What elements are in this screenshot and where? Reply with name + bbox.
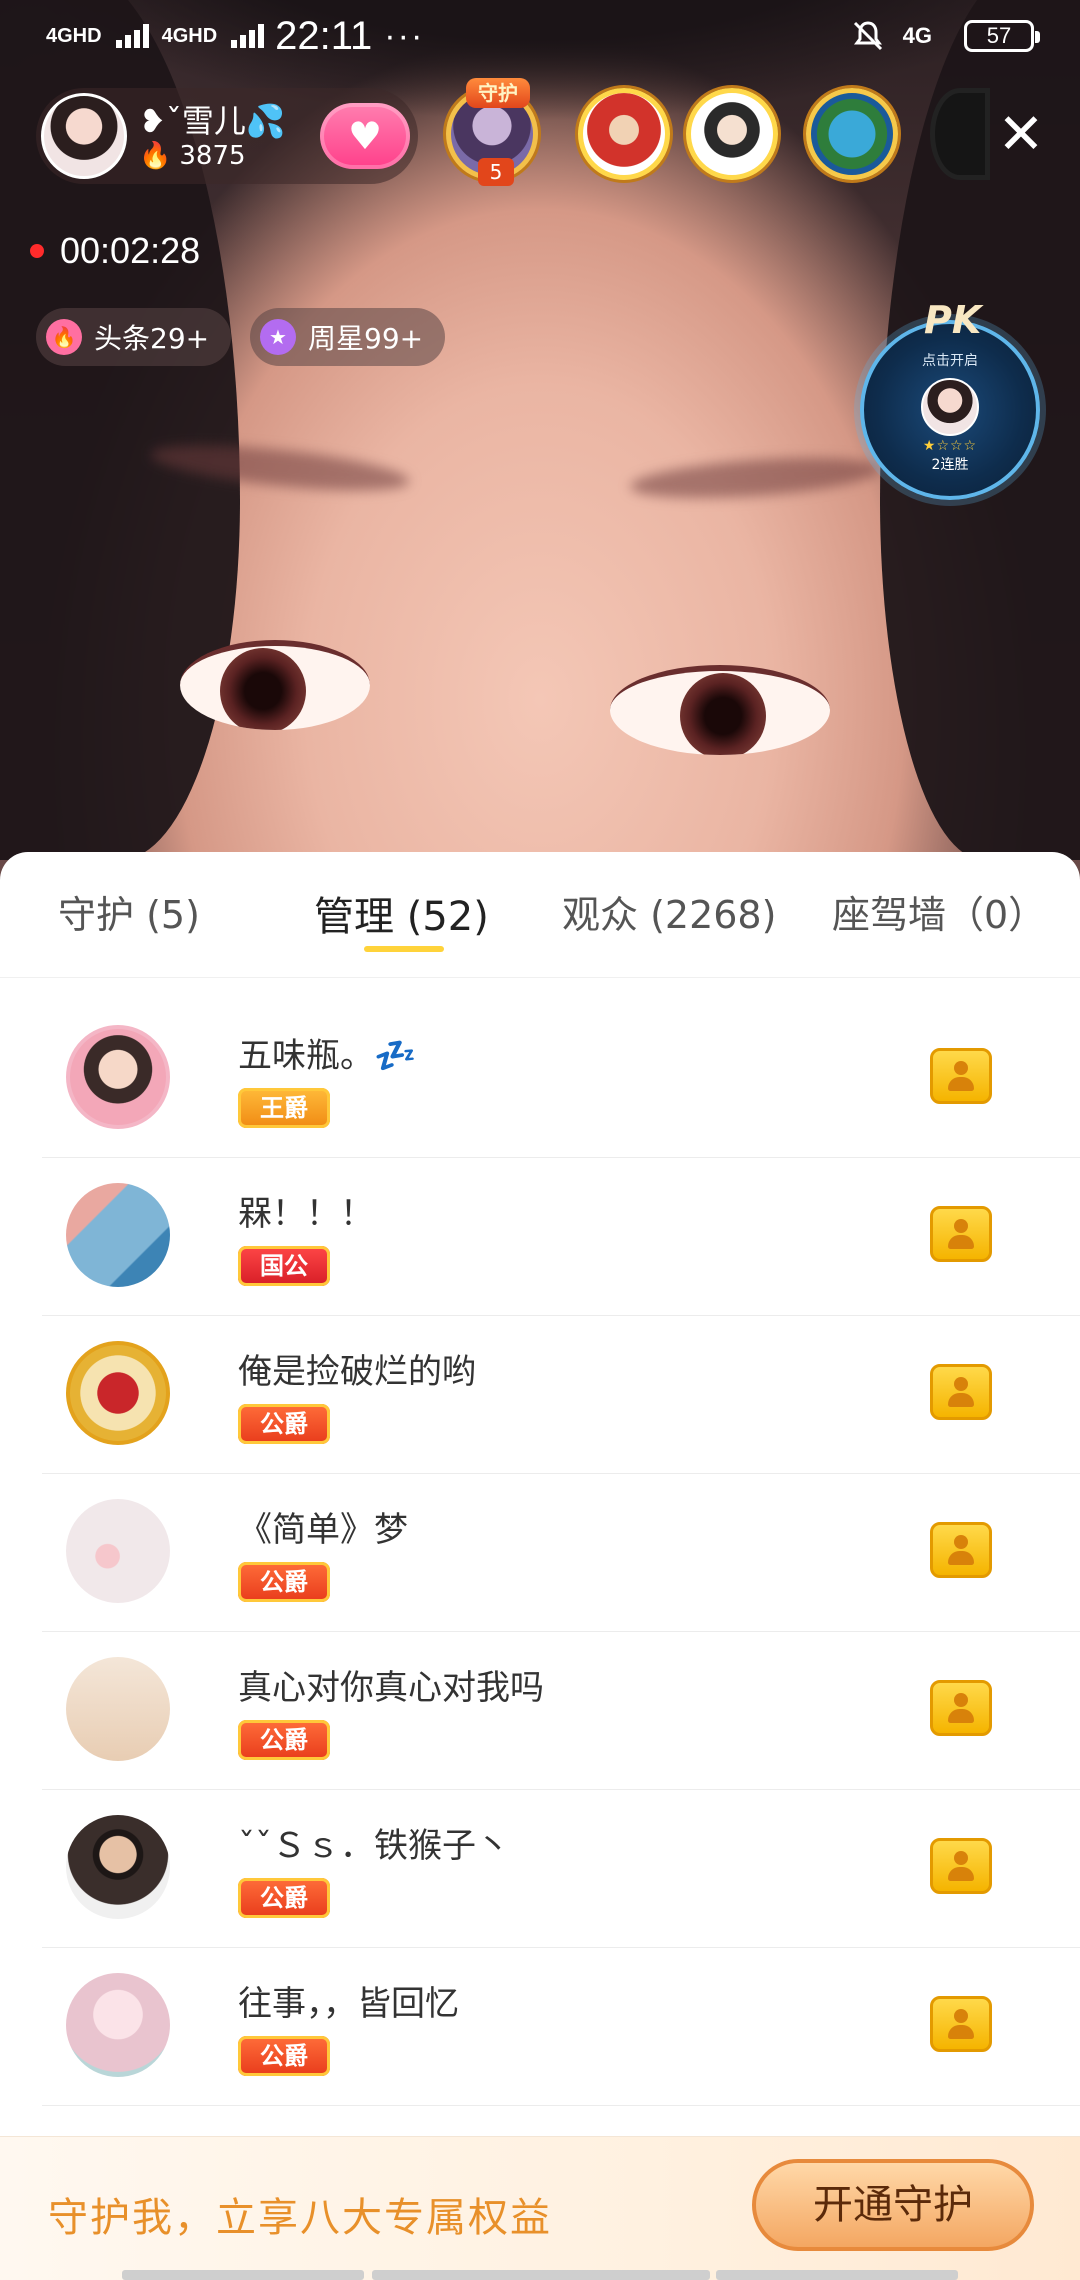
- pk-streak: 2连胜: [931, 457, 969, 473]
- avatar[interactable]: [66, 1657, 170, 1761]
- headline-rank-label: 头条29+: [94, 322, 210, 355]
- manager-toggle-button[interactable]: [930, 1996, 992, 2052]
- open-guard-button[interactable]: 开通守护: [752, 2159, 1034, 2251]
- list-item[interactable]: 槑！！！ 国公: [42, 1158, 1080, 1316]
- user-name: 真心对你真心对我吗: [238, 1668, 544, 1708]
- status-bar: 4GHD 4GHD 22:11 ··· 4G 57: [0, 0, 1080, 72]
- tab-managers[interactable]: 管理 (52): [314, 884, 489, 942]
- bell-off-icon: [853, 21, 882, 51]
- user-name: 槑！！！: [238, 1194, 374, 1234]
- heart-icon: ♥: [347, 114, 383, 158]
- person-icon: [946, 1693, 976, 1723]
- tab-bar: 守护 (5) 管理 (52) 观众 (2268) 座驾墙（0）: [0, 852, 1080, 978]
- avatar[interactable]: [66, 1973, 170, 2077]
- signal-bars-icon: [231, 24, 267, 48]
- rank-badge: 公爵: [238, 1562, 330, 1602]
- person-icon: [946, 1219, 976, 1249]
- home-indicator: [716, 2270, 958, 2280]
- user-name: 俺是捡破烂的哟: [238, 1352, 476, 1392]
- video-right-brow: [629, 451, 881, 505]
- rank-badge: 王爵: [238, 1088, 330, 1128]
- signal-label-1: 4GHD: [46, 25, 102, 47]
- list-item[interactable]: 俺是捡破烂的哟 公爵: [42, 1316, 1080, 1474]
- flame-icon: 🔥: [46, 319, 82, 355]
- flame-icon: 🔥: [139, 141, 172, 171]
- member-sheet: 守护 (5) 管理 (52) 观众 (2268) 座驾墙（0） 五味瓶。💤 王爵…: [0, 852, 1080, 2280]
- list-item[interactable]: 《简单》梦 公爵: [42, 1474, 1080, 1632]
- person-icon: [946, 2009, 976, 2039]
- guard-count: 5: [478, 158, 514, 186]
- avatar[interactable]: [66, 1025, 170, 1129]
- follow-heart-button[interactable]: ♥: [320, 103, 410, 169]
- viewer-avatar[interactable]: [686, 88, 778, 180]
- rank-badge: 公爵: [238, 1404, 330, 1444]
- pk-widget[interactable]: PK 点击开启 ★☆☆☆ 2连胜: [860, 298, 1040, 500]
- weekly-star-pill[interactable]: ★ 周星99+: [250, 308, 446, 366]
- network-label: 4G: [902, 23, 932, 48]
- host-heat-value: 3875: [179, 141, 246, 171]
- weekly-star-label: 周星99+: [308, 322, 424, 355]
- more-notifications-icon: ···: [384, 16, 425, 55]
- manager-toggle-button[interactable]: [930, 1838, 992, 1894]
- rank-badge: 国公: [238, 1246, 330, 1286]
- close-icon[interactable]: ✕: [986, 100, 1056, 170]
- list-item[interactable]: 往事，，皆回忆 公爵: [42, 1948, 1080, 2106]
- pk-avatar: [921, 378, 979, 436]
- pk-logo: PK: [924, 298, 982, 342]
- promo-text: 守护我，立享八大专属权益: [48, 2195, 552, 2241]
- list-item[interactable]: 五味瓶。💤 王爵: [42, 1000, 1080, 1158]
- live-timer: 00:02:28: [30, 230, 200, 272]
- avatar[interactable]: [66, 1815, 170, 1919]
- active-tab-indicator: [364, 946, 444, 952]
- avatar[interactable]: [66, 1183, 170, 1287]
- live-dot-icon: [30, 244, 44, 258]
- avatar[interactable]: [66, 1341, 170, 1445]
- avatar[interactable]: [66, 1499, 170, 1603]
- guard-badge: 守护: [466, 78, 530, 108]
- guard-promo-bar: 守护我，立享八大专属权益 开通守护: [0, 2136, 1080, 2280]
- user-name: 《简单》梦: [238, 1510, 408, 1550]
- tab-guardians[interactable]: 守护 (5): [58, 884, 200, 939]
- pk-hint: 点击开启: [922, 353, 978, 369]
- signal-bars-icon: [115, 24, 152, 48]
- user-name: 五味瓶。💤: [238, 1036, 417, 1076]
- host-avatar[interactable]: [41, 93, 127, 179]
- rank-badge: 公爵: [238, 2036, 330, 2076]
- star-icon: ★: [260, 319, 296, 355]
- viewer-avatar[interactable]: [930, 88, 990, 180]
- user-name: ˇˇＳｓ．铁猴子丶: [238, 1826, 510, 1866]
- person-icon: [946, 1061, 976, 1091]
- live-duration: 00:02:28: [60, 230, 201, 271]
- tab-vehicle-wall[interactable]: 座驾墙（0）: [832, 884, 1046, 939]
- manager-toggle-button[interactable]: [930, 1206, 992, 1262]
- person-icon: [946, 1377, 976, 1407]
- pk-stars: ★☆☆☆: [922, 438, 978, 454]
- tab-audience[interactable]: 观众 (2268): [562, 884, 776, 939]
- manager-toggle-button[interactable]: [930, 1364, 992, 1420]
- viewer-avatar[interactable]: [806, 88, 898, 180]
- user-name: 往事，，皆回忆: [238, 1984, 459, 2024]
- list-item[interactable]: 真心对你真心对我吗 公爵: [42, 1632, 1080, 1790]
- clock: 22:11: [275, 13, 373, 58]
- host-name: ❥ˇ雪儿💦: [139, 102, 286, 140]
- rank-badge: 公爵: [238, 1878, 330, 1918]
- video-left-eye: [180, 640, 370, 730]
- manager-toggle-button[interactable]: [930, 1048, 992, 1104]
- home-indicator: [122, 2270, 364, 2280]
- home-indicator: [372, 2270, 710, 2280]
- manager-toggle-button[interactable]: [930, 1522, 992, 1578]
- battery-icon: 57: [964, 20, 1040, 52]
- list-item[interactable]: ˇˇＳｓ．铁猴子丶 公爵: [42, 1790, 1080, 1948]
- signal-label-2: 4GHD: [161, 25, 218, 47]
- headline-rank-pill[interactable]: 🔥 头条29+: [36, 308, 232, 366]
- manager-toggle-button[interactable]: [930, 1680, 992, 1736]
- person-icon: [946, 1851, 976, 1881]
- video-right-eye: [610, 665, 830, 755]
- viewer-avatar[interactable]: [578, 88, 670, 180]
- rank-badge: 公爵: [238, 1720, 330, 1760]
- person-icon: [946, 1535, 976, 1565]
